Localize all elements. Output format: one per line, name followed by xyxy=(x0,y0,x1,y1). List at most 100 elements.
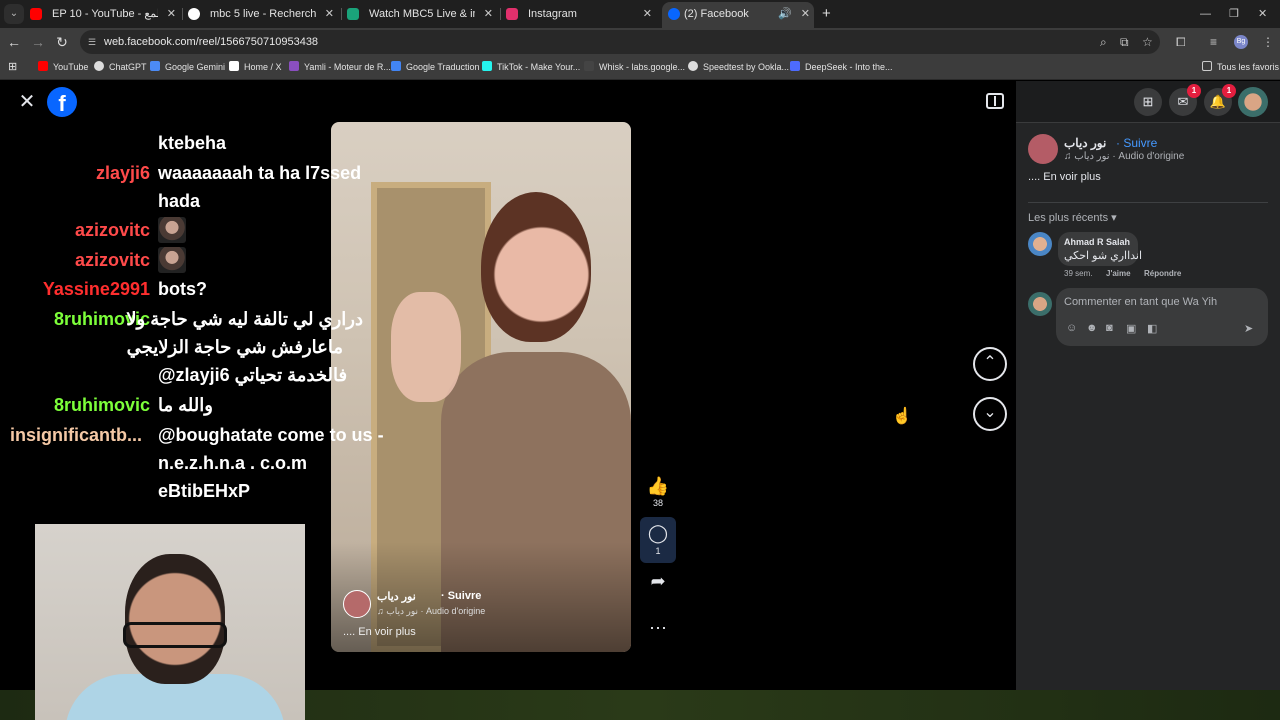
bookmark-whisk[interactable]: Whisk - labs.google... xyxy=(584,56,685,78)
tab-mbc5[interactable]: Watch MBC5 Live & in HD | Sh... ✕ xyxy=(347,4,497,24)
forward-icon[interactable]: → xyxy=(28,32,48,52)
tab-title: Instagram xyxy=(528,8,577,20)
chat-text: @zlayji6 فالخدمة تحياتي xyxy=(158,365,348,385)
menu-grid-icon[interactable]: ⊞ xyxy=(1134,88,1162,116)
follow-button[interactable]: · Suivre xyxy=(441,590,481,602)
tab-search-icon[interactable]: ⌄ xyxy=(4,4,24,24)
reel-video[interactable]: نور دياب · Suivre ♫ نور دياب · Audio d'o… xyxy=(331,122,631,652)
tab-google-search[interactable]: mbc 5 live - Recherche Google ✕ xyxy=(188,4,338,24)
close-tab-icon[interactable]: ✕ xyxy=(484,4,493,24)
youtube-icon xyxy=(30,8,42,20)
webcam-glasses xyxy=(123,622,227,648)
bookmark-speedtest[interactable]: Speedtest by Ookla... xyxy=(688,56,789,78)
whisk-icon xyxy=(584,61,594,71)
menu-icon[interactable]: ⋮ xyxy=(1262,33,1274,51)
comment-time[interactable]: 39 sem. xyxy=(1064,269,1092,278)
like-icon[interactable]: 👍 xyxy=(646,476,670,497)
bookmark-chatgpt[interactable]: ChatGPT xyxy=(94,56,147,78)
minimize-icon[interactable]: — xyxy=(1200,4,1211,24)
back-icon[interactable]: ← xyxy=(4,32,24,52)
reload-icon[interactable]: ↻ xyxy=(52,32,72,52)
speaker-icon[interactable]: 🔊 xyxy=(778,2,792,26)
sidebar-header: ⊞ ✉ 1 🔔 1 xyxy=(1016,81,1280,123)
author-avatar[interactable] xyxy=(1028,134,1058,164)
chat-text: n.e.z.h.n.a . c.o.m xyxy=(158,453,308,473)
chat-username: insignificantb... xyxy=(10,425,143,445)
audio-label[interactable]: ♫ نور دياب · Audio d'origine xyxy=(1064,151,1184,162)
audio-label[interactable]: ♫ نور دياب · Audio d'origine xyxy=(377,606,485,617)
comment-like-button[interactable]: J'aime xyxy=(1106,269,1131,278)
sticker-icon[interactable]: ◧ xyxy=(1147,322,1157,335)
previous-reel-button[interactable]: ⌃ xyxy=(973,347,1007,381)
camera-icon[interactable]: ◙ xyxy=(1106,322,1113,334)
chat-text: ktebeha xyxy=(158,133,227,153)
x-icon xyxy=(229,61,239,71)
tab-divider xyxy=(500,8,501,20)
browser-toolbar: ← → ↻ ☰ web.facebook.com/reel/1566750710… xyxy=(0,28,1280,56)
notifications-icon[interactable]: 🔔 1 xyxy=(1204,84,1236,116)
bookmark-yamli[interactable]: Yamli - Moteur de R... xyxy=(289,56,391,78)
comment-reply-button[interactable]: Répondre xyxy=(1144,269,1181,278)
expand-icon[interactable] xyxy=(986,93,1004,109)
bookmark-star-icon[interactable]: ☆ xyxy=(1142,34,1153,50)
extensions-icon[interactable]: ⧠ xyxy=(1176,33,1186,51)
more-options-icon[interactable]: ⋯ xyxy=(646,618,670,639)
tab-title: (2) Facebook xyxy=(684,8,749,20)
chat-text: @boughatate come to us - xyxy=(158,425,384,445)
site-info-icon[interactable]: ☰ xyxy=(88,36,100,48)
author-avatar[interactable] xyxy=(343,590,371,618)
tab-facebook[interactable]: (2) Facebook 🔊 ✕ xyxy=(662,2,814,28)
comment-placeholder[interactable]: Commenter en tant que Wa Yih xyxy=(1064,296,1217,308)
emoji-icon[interactable]: ☻ xyxy=(1086,322,1098,334)
messenger-icon[interactable]: ✉ 1 xyxy=(1169,84,1201,116)
send-icon[interactable]: ➤ xyxy=(1244,322,1253,335)
follow-button[interactable]: · Suivre xyxy=(1116,136,1157,150)
gif-icon[interactable]: ▣ xyxy=(1126,322,1136,335)
like-count: 38 xyxy=(652,498,663,508)
close-tab-icon[interactable]: ✕ xyxy=(801,2,810,26)
url-text[interactable]: web.facebook.com/reel/1566750710953438 xyxy=(104,30,318,54)
bookmark-label: ChatGPT xyxy=(109,62,147,72)
address-bar[interactable]: ☰ web.facebook.com/reel/1566750710953438… xyxy=(80,30,1160,54)
deepseek-icon xyxy=(790,61,800,71)
next-reel-button[interactable]: ⌄ xyxy=(973,397,1007,431)
sort-dropdown[interactable]: Les plus récents ▾ xyxy=(1028,211,1117,224)
restore-icon[interactable]: ❐ xyxy=(1229,4,1239,24)
account-avatar[interactable] xyxy=(1238,87,1268,117)
close-icon[interactable]: ✕ xyxy=(17,92,37,112)
new-tab-button[interactable]: + xyxy=(822,4,831,24)
tab-instagram[interactable]: Instagram ✕ xyxy=(506,4,656,24)
google-icon xyxy=(188,8,200,20)
bookmark-tiktok[interactable]: TikTok - Make Your... xyxy=(482,56,580,78)
media-control-icon[interactable]: ≡ xyxy=(1210,33,1217,51)
bookmark-gemini[interactable]: Google Gemini xyxy=(150,56,225,78)
all-bookmarks[interactable]: Tous les favoris xyxy=(1202,56,1279,78)
see-more-link[interactable]: .... En voir plus xyxy=(343,626,416,638)
author-name[interactable]: نور دياب xyxy=(377,590,416,603)
avatar-sticker-icon[interactable]: ☺ xyxy=(1066,322,1077,334)
webcam-head xyxy=(125,554,225,684)
author-name[interactable]: نور دياب xyxy=(1064,136,1106,150)
apps-icon[interactable]: ⊞ xyxy=(8,56,17,78)
commenter-avatar[interactable] xyxy=(1028,232,1052,256)
close-window-icon[interactable]: ✕ xyxy=(1258,4,1267,24)
see-more-link[interactable]: .... En voir plus xyxy=(1028,171,1101,183)
close-tab-icon[interactable]: ✕ xyxy=(325,4,334,24)
bookmarks-bar: ⊞ YouTube ChatGPT Google Gemini Home / X… xyxy=(0,56,1280,80)
bookmark-deepseek[interactable]: DeepSeek - Into the... xyxy=(790,56,893,78)
chat-text: ماعارفش شي حاجة الزلايجي xyxy=(126,337,343,357)
bookmark-youtube[interactable]: YouTube xyxy=(38,56,88,78)
chat-emote xyxy=(158,247,186,273)
facebook-logo[interactable]: f xyxy=(47,87,77,117)
comment-icon[interactable]: ◯ xyxy=(646,523,670,544)
install-app-icon[interactable]: ⧉ xyxy=(1120,34,1129,50)
close-tab-icon[interactable]: ✕ xyxy=(167,4,176,24)
tab-youtube[interactable]: EP 10 - YouTube - عش الطمع ✕ xyxy=(30,4,180,24)
zoom-icon[interactable]: ⌕ xyxy=(1100,34,1107,50)
bookmark-translate[interactable]: Google Traduction xyxy=(391,56,480,78)
commenter-name[interactable]: Ahmad R Salah xyxy=(1064,237,1130,247)
share-icon[interactable]: ➦ xyxy=(646,571,670,592)
bookmark-x[interactable]: Home / X xyxy=(229,56,282,78)
close-tab-icon[interactable]: ✕ xyxy=(643,4,652,24)
profile-avatar[interactable]: Bg xyxy=(1234,35,1248,49)
